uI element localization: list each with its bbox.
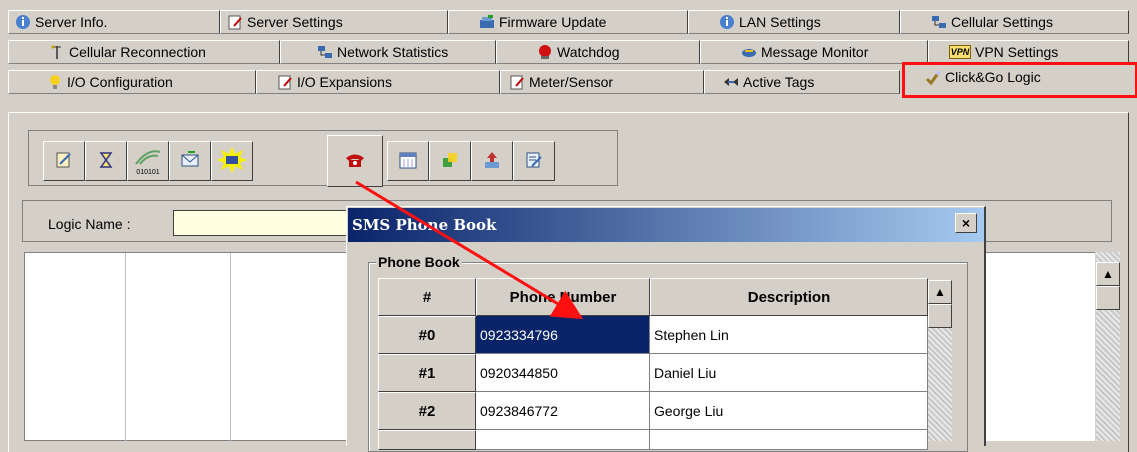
annotation-arrow [355, 180, 584, 320]
